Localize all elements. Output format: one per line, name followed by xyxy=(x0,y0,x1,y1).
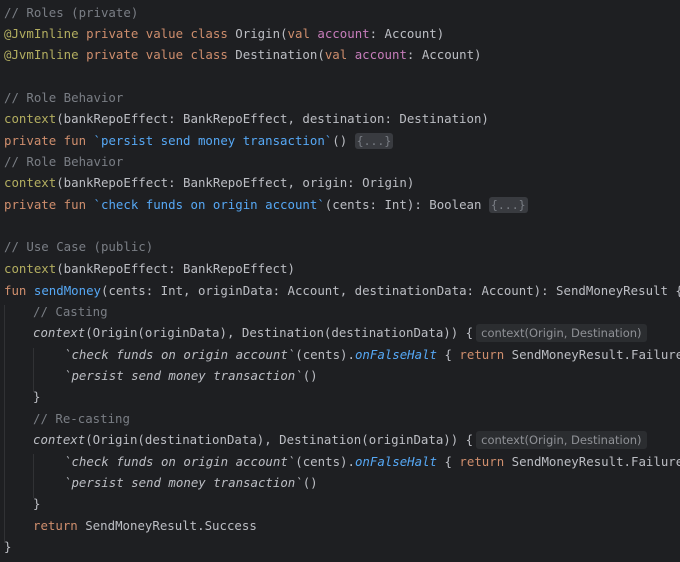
comment: // Role Behavior xyxy=(4,154,124,169)
code-line[interactable]: context(Origin(originData), Destination(… xyxy=(33,322,647,343)
keyword: val xyxy=(287,26,310,41)
brace: } xyxy=(33,389,41,404)
call-args: () xyxy=(302,475,318,490)
function-signature: (cents: Int, originData: Account, destin… xyxy=(101,283,680,298)
function-name: sendMoney xyxy=(33,283,101,298)
code-line[interactable]: fun sendMoney(cents: Int, originData: Ac… xyxy=(4,280,680,301)
function-call: `persist send money transaction` xyxy=(64,368,303,383)
keyword: private value class xyxy=(86,47,228,62)
function-name: `persist send money transaction` xyxy=(93,133,333,148)
code-line[interactable]: @JvmInline private value class Destinati… xyxy=(4,44,482,65)
code-line[interactable]: `check funds on origin account`(cents).o… xyxy=(64,451,680,472)
annotation: @JvmInline xyxy=(4,47,79,62)
code-line[interactable]: // Casting xyxy=(33,301,108,322)
code-line[interactable]: `check funds on origin account`(cents).o… xyxy=(64,344,680,365)
context-keyword: context xyxy=(4,111,57,126)
comment: // Casting xyxy=(33,304,108,319)
code-line[interactable]: `persist send money transaction`() xyxy=(64,472,318,493)
code-line[interactable]: context(bankRepoEffect: BankRepoEffect, … xyxy=(4,172,414,193)
code-line[interactable]: private fun `check funds on origin accou… xyxy=(4,194,528,215)
brace: { xyxy=(437,347,460,362)
code-line[interactable]: context(bankRepoEffect: BankRepoEffect, … xyxy=(4,108,489,129)
code-line[interactable]: // Role Behavior xyxy=(4,87,123,108)
folded-code-marker[interactable]: {...} xyxy=(354,133,394,149)
context-call: context xyxy=(33,432,86,447)
extension-call: onFalseHalt xyxy=(354,454,438,469)
code-line[interactable]: return SendMoneyResult.Success xyxy=(33,515,257,536)
indent-guide xyxy=(33,454,34,498)
brace: } xyxy=(4,539,12,554)
context-keyword: context xyxy=(4,175,57,190)
call-args: () xyxy=(302,368,318,383)
context-keyword: context xyxy=(4,261,57,276)
context-inlay-hint: context(Origin, Destination) xyxy=(476,431,647,449)
code-line[interactable]: context(bankRepoEffect: BankRepoEffect) xyxy=(4,258,295,279)
function-signature: (cents: Int): Boolean xyxy=(324,197,482,212)
code-line[interactable]: } xyxy=(33,386,40,407)
context-params: (bankRepoEffect: BankRepoEffect) xyxy=(56,261,295,276)
brace: { xyxy=(437,454,460,469)
function-call: `check funds on origin account` xyxy=(64,347,296,362)
context-inlay-hint: context(Origin, Destination) xyxy=(476,324,647,342)
code-line[interactable]: // Use Case (public) xyxy=(4,236,153,257)
comment: // Roles (private) xyxy=(4,5,139,20)
result-expression: SendMoneyResult.Failure } xyxy=(504,347,680,362)
keyword: return xyxy=(459,454,505,469)
keyword: return xyxy=(459,347,505,362)
class-name: Origin xyxy=(235,26,281,41)
keyword: return xyxy=(33,518,78,533)
class-name: Destination xyxy=(235,47,318,62)
function-name: `check funds on origin account` xyxy=(93,197,325,212)
context-args: (Origin(originData), Destination(destina… xyxy=(85,325,474,340)
keyword: fun xyxy=(4,283,27,298)
code-line[interactable]: private fun `persist send money transact… xyxy=(4,130,394,151)
keyword: val xyxy=(324,47,348,62)
comment: // Role Behavior xyxy=(4,90,124,105)
context-params: (bankRepoEffect: BankRepoEffect, origin:… xyxy=(56,175,415,190)
code-line[interactable]: `persist send money transaction`() xyxy=(64,365,318,386)
call-args: (cents). xyxy=(295,347,355,362)
context-call: context xyxy=(33,325,86,340)
function-call: `check funds on origin account` xyxy=(64,454,296,469)
result-expression: SendMoneyResult.Failure } xyxy=(504,454,680,469)
indent-guide xyxy=(4,305,5,543)
call-args: (cents). xyxy=(295,454,355,469)
brace: } xyxy=(33,496,41,511)
function-signature: () xyxy=(332,133,348,148)
code-line[interactable]: context(Origin(destinationData), Destina… xyxy=(33,429,647,450)
keyword: private fun xyxy=(4,197,87,212)
function-call: `persist send money transaction` xyxy=(64,475,303,490)
code-line[interactable]: // Re-casting xyxy=(33,408,130,429)
code-line[interactable]: // Roles (private) xyxy=(4,2,138,23)
context-args: (Origin(destinationData), Destination(or… xyxy=(85,432,474,447)
comment: // Re-casting xyxy=(33,411,130,426)
folded-code-marker[interactable]: {...} xyxy=(488,197,528,213)
annotation: @JvmInline xyxy=(4,26,79,41)
keyword: private value class xyxy=(86,26,228,41)
context-params: (bankRepoEffect: BankRepoEffect, destina… xyxy=(56,111,489,126)
extension-call: onFalseHalt xyxy=(354,347,438,362)
parameter-name: account xyxy=(317,26,370,41)
keyword: private fun xyxy=(4,133,87,148)
type-annotation: : Account) xyxy=(369,26,445,41)
code-line[interactable]: } xyxy=(33,493,40,514)
code-line[interactable]: // Role Behavior xyxy=(4,151,123,172)
code-line[interactable]: } xyxy=(4,536,11,557)
code-editor[interactable]: // Roles (private) @JvmInline private va… xyxy=(0,0,680,562)
comment: // Use Case (public) xyxy=(4,239,154,254)
type-annotation: : Account) xyxy=(406,47,482,62)
parameter-name: account xyxy=(354,47,407,62)
code-line[interactable]: @JvmInline private value class Origin(va… xyxy=(4,23,444,44)
result-expression: SendMoneyResult.Success xyxy=(77,518,257,533)
